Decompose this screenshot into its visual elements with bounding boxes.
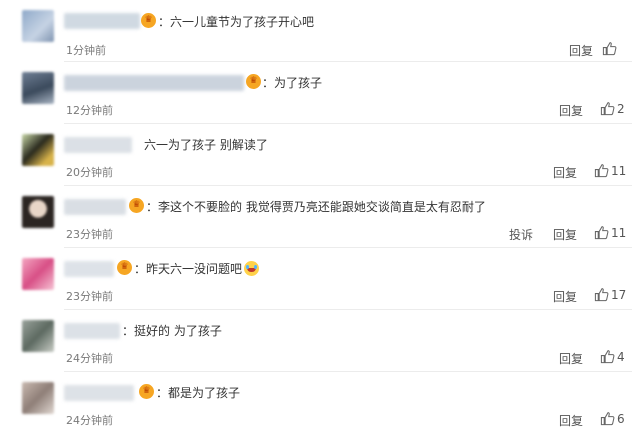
comment-time: 23分钟前	[66, 228, 113, 241]
username-blurred[interactable]	[64, 323, 120, 339]
comment-text-body: ：昨天六一没问题吧	[134, 262, 243, 276]
like-button[interactable]: 11	[594, 225, 626, 240]
avatar[interactable]	[22, 10, 54, 42]
avatar[interactable]	[22, 196, 54, 228]
comment-text: ：为了孩子	[262, 76, 323, 90]
like-count: 2	[617, 101, 625, 116]
username-blurred[interactable]	[64, 261, 114, 277]
comment-item: ：挺好的 为了孩子 24分钟前 回复 4	[0, 310, 640, 372]
comment-time: 20分钟前	[66, 166, 113, 179]
comment-text: ：都是为了孩子	[156, 386, 241, 400]
comment-item: ♛ ：都是为了孩子 24分钟前 回复 6	[0, 372, 640, 434]
username-blurred[interactable]	[64, 199, 126, 215]
vip-crown-icon: ♛	[246, 74, 261, 89]
like-button[interactable]: 2	[600, 101, 625, 116]
reply-button[interactable]: 回复	[559, 102, 583, 119]
comment-item: ♛ ：六一儿童节为了孩子开心吧 1分钟前 回复	[0, 0, 640, 62]
username-blurred[interactable]	[64, 75, 244, 91]
thumbs-up-icon	[602, 42, 617, 56]
thumbs-up-icon	[594, 288, 609, 302]
like-button[interactable]: 4	[600, 349, 625, 364]
reply-button[interactable]: 回复	[569, 42, 593, 59]
comment-time: 24分钟前	[66, 414, 113, 427]
thumbs-up-icon	[600, 412, 615, 426]
comment-text: ：挺好的 为了孩子	[122, 324, 222, 338]
thumbs-up-icon	[600, 102, 615, 116]
laugh-cry-emoji-icon	[244, 261, 260, 276]
comment-item: ♛ ：昨天六一没问题吧 23分钟前 回复 17	[0, 248, 640, 310]
avatar[interactable]	[22, 72, 54, 104]
avatar[interactable]	[22, 320, 54, 352]
vip-crown-icon: ♛	[129, 198, 144, 213]
comment-text: ：昨天六一没问题吧	[134, 260, 260, 277]
thumbs-up-icon	[594, 164, 609, 178]
like-button[interactable]	[602, 41, 619, 56]
comment-time: 24分钟前	[66, 352, 113, 365]
vip-crown-icon: ♛	[117, 260, 132, 275]
vip-crown-icon: ♛	[141, 13, 156, 28]
username-blurred[interactable]	[64, 13, 140, 29]
thumbs-up-icon	[600, 350, 615, 364]
comment-item: 六一为了孩子 别解读了 20分钟前 回复 11	[0, 124, 640, 186]
avatar[interactable]	[22, 134, 54, 166]
reply-button[interactable]: 回复	[553, 226, 577, 243]
reply-button[interactable]: 回复	[559, 350, 583, 367]
vip-crown-icon: ♛	[139, 384, 154, 399]
like-count: 11	[611, 163, 627, 178]
avatar[interactable]	[22, 258, 54, 290]
comment-item: ♛ ：李这个不要脸的 我觉得贾乃亮还能跟她交谈简直是太有忍耐了 23分钟前 投诉…	[0, 186, 640, 248]
username-blurred[interactable]	[64, 137, 132, 153]
comment-text: ：六一儿童节为了孩子开心吧	[158, 15, 315, 29]
thumbs-up-icon	[594, 226, 609, 240]
reply-button[interactable]: 回复	[553, 288, 577, 305]
comment-item: ♛ ：为了孩子 12分钟前 回复 2	[0, 62, 640, 124]
avatar[interactable]	[22, 382, 54, 414]
like-count: 17	[611, 287, 627, 302]
reply-button[interactable]: 回复	[559, 412, 583, 429]
like-button[interactable]: 17	[594, 287, 626, 302]
comment-text: 六一为了孩子 别解读了	[144, 138, 268, 152]
comment-time: 12分钟前	[66, 104, 113, 117]
like-button[interactable]: 6	[600, 411, 625, 426]
like-count: 6	[617, 411, 625, 426]
like-button[interactable]: 11	[594, 163, 626, 178]
comment-text: ：李这个不要脸的 我觉得贾乃亮还能跟她交谈简直是太有忍耐了	[146, 200, 486, 214]
like-count: 4	[617, 349, 625, 364]
username-blurred[interactable]	[64, 385, 134, 401]
reply-button[interactable]: 回复	[553, 164, 577, 181]
report-button[interactable]: 投诉	[509, 226, 533, 243]
comment-time: 1分钟前	[66, 44, 106, 57]
like-count: 11	[611, 225, 627, 240]
comment-list: ♛ ：六一儿童节为了孩子开心吧 1分钟前 回复 ♛ ：为了孩子 12分钟前 回复…	[0, 0, 640, 445]
comment-time: 23分钟前	[66, 290, 113, 303]
